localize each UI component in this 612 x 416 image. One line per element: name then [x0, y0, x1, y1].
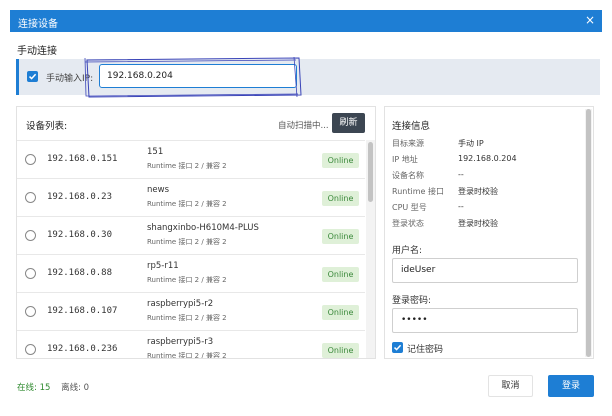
password-label: 登录密码: [392, 296, 432, 306]
device-radio[interactable] [25, 230, 36, 241]
login-button[interactable]: 登录 [548, 375, 594, 397]
remember-label: 记住密码 [407, 345, 444, 355]
info-key: CPU 型号 [392, 203, 427, 212]
device-name: raspberrypi5-r2 [147, 299, 214, 309]
device-ip: 192.168.0.23 [47, 192, 113, 202]
info-value: 登录时校验 [458, 219, 498, 228]
check-icon [393, 344, 402, 351]
device-list-scrollbar[interactable] [366, 140, 375, 358]
cancel-button[interactable]: 取消 [488, 375, 533, 397]
status-badge: Online [322, 267, 359, 282]
info-value: 手动 IP [458, 139, 484, 148]
device-ip: 192.168.0.88 [47, 268, 113, 278]
device-radio[interactable] [25, 306, 36, 317]
password-input[interactable]: ••••• [392, 308, 578, 333]
device-row[interactable]: 192.168.0.151 151 Runtime 接口 2 / 兼容 2 On… [17, 140, 365, 178]
offline-count: 离线: 0 [61, 383, 90, 393]
status-badge: Online [322, 343, 359, 358]
info-value: 登录时校验 [458, 187, 498, 196]
device-row[interactable]: 192.168.0.236 raspberrypi5-r3 Runtime 接口… [17, 330, 365, 359]
device-list-header: 设备列表: 自动扫描中... 刷新 [17, 107, 375, 139]
device-row[interactable]: 192.168.0.23 news Runtime 接口 2 / 兼容 2 On… [17, 178, 365, 216]
scrollbar-thumb[interactable] [368, 142, 373, 202]
device-runtime: Runtime 接口 2 / 兼容 2 [147, 352, 227, 359]
info-value: 192.168.0.204 [458, 154, 517, 163]
info-key: 目标来源 [392, 139, 424, 148]
device-runtime: Runtime 接口 2 / 兼容 2 [147, 238, 227, 246]
device-name: 151 [147, 147, 164, 157]
device-radio[interactable] [25, 268, 36, 279]
device-ip: 192.168.0.30 [47, 230, 113, 240]
device-list-title: 设备列表: [26, 121, 68, 132]
device-name: rp5-r11 [147, 261, 179, 271]
info-value: -- [458, 170, 464, 179]
info-key: 设备名称 [392, 171, 424, 180]
manual-section-title: 手动连接 [17, 46, 57, 57]
device-radio[interactable] [25, 154, 36, 165]
manual-ip-input[interactable]: 192.168.0.204 [99, 64, 297, 88]
device-ip: 192.168.0.107 [47, 306, 118, 316]
device-name: shangxinbo-H610M4-PLUS [147, 223, 259, 233]
refresh-button[interactable]: 刷新 [332, 113, 365, 133]
remember-checkbox[interactable] [392, 342, 403, 353]
check-icon [28, 73, 37, 80]
info-key: 登录状态 [392, 219, 424, 228]
device-row[interactable]: 192.168.0.88 rp5-r11 Runtime 接口 2 / 兼容 2… [17, 254, 365, 292]
device-list-panel: 设备列表: 自动扫描中... 刷新 192.168.0.151 151 Runt… [16, 106, 376, 359]
device-row[interactable]: 192.168.0.30 shangxinbo-H610M4-PLUS Runt… [17, 216, 365, 254]
manual-ip-row: 手动输入IP: 192.168.0.204 [16, 59, 600, 95]
scrollbar-thumb[interactable] [586, 109, 591, 357]
info-key: Runtime 接口 [392, 187, 444, 196]
info-value: -- [458, 202, 464, 211]
device-runtime: Runtime 接口 2 / 兼容 2 [147, 200, 227, 208]
manual-ip-checkbox[interactable] [27, 71, 38, 82]
username-input[interactable]: ideUser [392, 258, 578, 283]
dialog-title: 连接设备 [18, 19, 58, 30]
online-count: 在线: 15 [17, 383, 51, 393]
connection-info-panel: 连接信息 目标来源 手动 IP IP 地址 192.168.0.204 设备名称… [384, 106, 594, 359]
device-runtime: Runtime 接口 2 / 兼容 2 [147, 314, 227, 322]
status-badge: Online [322, 153, 359, 168]
info-key: IP 地址 [392, 155, 418, 164]
device-radio[interactable] [25, 192, 36, 203]
manual-ip-label: 手动输入IP: [46, 74, 94, 84]
scan-status: 自动扫描中... [278, 121, 329, 131]
device-name: news [147, 185, 169, 195]
connection-info-title: 连接信息 [392, 121, 431, 132]
device-count-status: 在线: 15 离线: 0 [17, 381, 89, 393]
device-ip: 192.168.0.151 [47, 154, 118, 164]
close-icon[interactable]: × [585, 13, 595, 27]
device-row[interactable]: 192.168.0.107 raspberrypi5-r2 Runtime 接口… [17, 292, 365, 330]
status-badge: Online [322, 305, 359, 320]
device-runtime: Runtime 接口 2 / 兼容 2 [147, 276, 227, 284]
dialog-titlebar: 连接设备 × [10, 10, 602, 32]
device-list: 192.168.0.151 151 Runtime 接口 2 / 兼容 2 On… [17, 140, 365, 359]
status-badge: Online [322, 191, 359, 206]
username-label: 用户名: [392, 246, 423, 256]
device-name: raspberrypi5-r3 [147, 337, 214, 347]
status-badge: Online [322, 229, 359, 244]
device-runtime: Runtime 接口 2 / 兼容 2 [147, 162, 227, 170]
device-radio[interactable] [25, 344, 36, 355]
info-panel-scrollbar[interactable] [585, 109, 592, 357]
device-ip: 192.168.0.236 [47, 344, 118, 354]
